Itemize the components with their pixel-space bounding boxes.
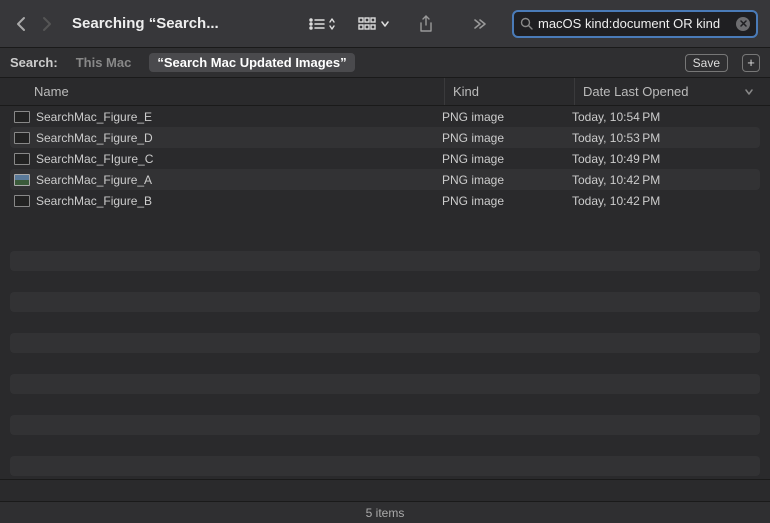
toolbar: Searching “Search...	[0, 0, 770, 48]
table-row[interactable]: SearchMac_FIgure_C PNG imageToday, 10:49 …	[10, 148, 760, 169]
column-date-label: Date Last Opened	[583, 84, 689, 99]
clear-search-button[interactable]	[736, 17, 750, 31]
chevron-down-icon	[744, 88, 754, 96]
file-icon	[14, 195, 30, 207]
file-name: SearchMac_Figure_A	[36, 173, 152, 187]
file-date: Today, 10:54 PM	[564, 110, 760, 124]
nav-arrows	[12, 12, 56, 36]
empty-rows	[10, 251, 760, 476]
file-icon	[14, 111, 30, 123]
column-kind[interactable]: Kind	[444, 78, 574, 105]
file-name: SearchMac_Figure_D	[36, 131, 153, 145]
file-kind: PNG image	[434, 152, 564, 166]
table-row[interactable]: SearchMac_Figure_E PNG imageToday, 10:54 …	[10, 106, 760, 127]
path-bar	[0, 479, 770, 501]
table-row[interactable]: SearchMac_Figure_B PNG imageToday, 10:42 …	[10, 190, 760, 211]
add-criteria-button[interactable]: +	[742, 54, 760, 72]
scope-current-folder[interactable]: “Search Mac Updated Images”	[149, 53, 354, 72]
file-date: Today, 10:42 PM	[564, 173, 760, 187]
table-row[interactable]: SearchMac_Figure_A PNG imageToday, 10:42 …	[10, 169, 760, 190]
list-style-button[interactable]	[308, 17, 336, 31]
search-input[interactable]	[538, 16, 731, 31]
file-kind: PNG image	[434, 110, 564, 124]
file-date: Today, 10:53 PM	[564, 131, 760, 145]
scope-label: Search:	[10, 55, 58, 70]
status-bar: 5 items	[0, 501, 770, 523]
status-text: 5 items	[366, 506, 405, 520]
table-row[interactable]: SearchMac_Figure_D PNG imageToday, 10:53 …	[10, 127, 760, 148]
column-name[interactable]: Name	[10, 84, 444, 99]
back-button[interactable]	[12, 12, 30, 36]
file-name: SearchMac_Figure_B	[36, 194, 152, 208]
file-name: SearchMac_FIgure_C	[36, 152, 153, 166]
file-icon	[14, 132, 30, 144]
overflow-button[interactable]	[466, 10, 494, 38]
updown-icon	[328, 17, 336, 31]
file-date: Today, 10:49 PM	[564, 152, 760, 166]
search-icon	[520, 17, 533, 30]
column-date[interactable]: Date Last Opened	[574, 78, 760, 105]
file-date: Today, 10:42 PM	[564, 194, 760, 208]
file-kind: PNG image	[434, 194, 564, 208]
search-scope-bar: Search: This Mac “Search Mac Updated Ima…	[0, 48, 770, 78]
save-search-button[interactable]: Save	[685, 54, 728, 72]
window-title: Searching “Search...	[72, 15, 219, 32]
forward-button[interactable]	[38, 12, 56, 36]
file-name: SearchMac_Figure_E	[36, 110, 152, 124]
group-by-button[interactable]	[358, 17, 390, 31]
scope-this-mac[interactable]: This Mac	[68, 53, 140, 72]
file-list[interactable]: SearchMac_Figure_EPNG imageToday, 10:54 …	[0, 106, 770, 479]
file-icon	[14, 153, 30, 165]
column-header: Name Kind Date Last Opened	[0, 78, 770, 106]
search-field[interactable]	[512, 10, 758, 38]
file-icon	[14, 174, 30, 186]
share-button[interactable]	[412, 10, 440, 38]
file-kind: PNG image	[434, 131, 564, 145]
chevron-down-icon	[380, 20, 390, 28]
file-kind: PNG image	[434, 173, 564, 187]
